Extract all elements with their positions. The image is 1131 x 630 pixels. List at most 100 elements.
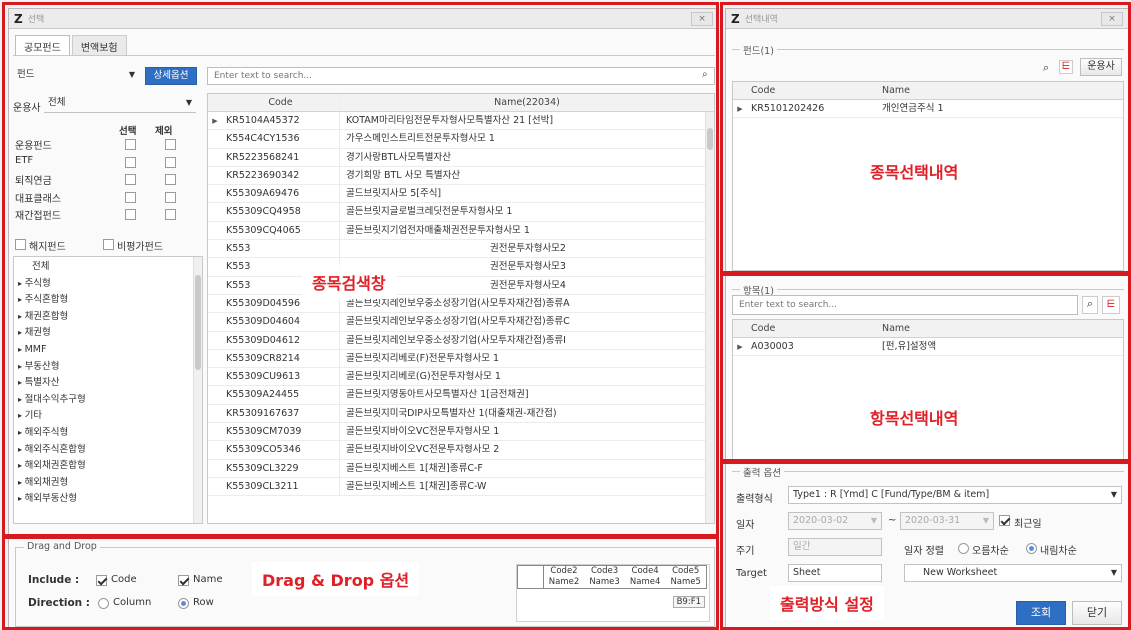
fund-code-cell: K55309A69476 [222, 185, 340, 203]
table-row[interactable]: KR5223568241 경기사랑BTL사모특별자산 [208, 148, 714, 167]
table-row[interactable]: K55309CL3229 골든브릿지베스트 1[채권]종류C-F [208, 459, 714, 478]
table-row[interactable]: K553 권전문투자형사모4 [208, 276, 714, 295]
company-label: 운용사 [13, 103, 41, 114]
close-icon[interactable]: × [1101, 11, 1123, 26]
target-dropdown[interactable]: Sheet [788, 564, 882, 582]
tab-public-fund[interactable]: 공모펀드 [15, 35, 70, 55]
table-row[interactable]: K55309CQ4065 골든브릿지기업전자매출채권전문투자형사모 1 [208, 221, 714, 241]
detail-option-button[interactable]: 상세옵션 [145, 67, 197, 85]
tree-item[interactable]: ▸ 해외채권혼합형 [18, 458, 202, 475]
filter-exclude-checkbox[interactable] [165, 191, 176, 203]
tree-item[interactable]: ▸ 절대수익추구형 [18, 392, 202, 409]
table-row[interactable]: K55309A69476 골드브릿지사모 5[주식] [208, 185, 714, 204]
table-row[interactable]: K55309CM7039 골든브릿지바이오VC전문투자형사모 1 [208, 423, 714, 442]
search-icon[interactable]: ⌕ [702, 69, 708, 80]
tree-item[interactable]: ▸ 주식혼합형 [18, 292, 202, 309]
tree-item[interactable]: ▸ 해외부동산형 [18, 491, 202, 508]
tree-item[interactable]: ▸ 해외주식혼합형 [18, 442, 202, 459]
period-dropdown[interactable]: 일간 [788, 538, 882, 556]
tree-scrollbar[interactable] [193, 257, 202, 523]
format-dropdown[interactable]: Type1 : R [Ymd] C [Fund/Type/BM & item] … [788, 486, 1122, 504]
tree-item[interactable]: 전체 [18, 259, 202, 276]
table-row[interactable]: KR5223690342 경기희망 BTL 사모 특별자산 [208, 166, 714, 186]
company-button[interactable]: 운용사 [1080, 58, 1122, 76]
close-button[interactable]: 닫기 [1072, 601, 1122, 625]
date-to-picker[interactable]: 2020-03-31 ▼ [900, 512, 994, 530]
table-row[interactable]: K553 권전문투자형사모2 [208, 240, 714, 259]
table-row[interactable]: K55309CQ4958 골든브릿지글로벌크레딧전문투자형사모 1 [208, 203, 714, 222]
tree-item[interactable]: ▸ 특별자산 [18, 375, 202, 392]
code-column-header[interactable]: Code [222, 94, 340, 111]
direction-column-radio[interactable] [98, 598, 109, 609]
tree-item[interactable]: ▸ 해외주식형 [18, 425, 202, 442]
date-from-picker[interactable]: 2020-03-02 ▼ [788, 512, 882, 530]
overseas-fund-checkbox[interactable] [15, 239, 26, 250]
tree-item-label: 절대수익추구형 [24, 393, 86, 405]
table-row[interactable]: K55309CU9613 골든브릿지리베로(G)전문투자형사모 1 [208, 368, 714, 387]
table-row[interactable]: ▶ KR5104A45372 KOTAM마리타임전문투자형사모특별자산 21 [선박… [208, 112, 714, 131]
company-dropdown[interactable]: 전체 ▼ [44, 95, 196, 113]
code-column-header[interactable]: Code [747, 320, 878, 337]
name-column-header[interactable]: Name [878, 82, 910, 99]
fund-name-cell: 골든브릿지기업전자매출채권전문투자형사모 1 [346, 224, 530, 236]
table-row[interactable]: ▶ KR5101202426 개인연금주식 1 [733, 100, 1123, 119]
tree-item[interactable]: ▸ MMF [18, 342, 202, 359]
tab-variable-insurance[interactable]: 변액보험 [71, 35, 127, 55]
table-row[interactable]: KR5309167637 골든브릿지미국DIP사모특별자산 1(대출채권-재간접) [208, 404, 714, 424]
filter-select-checkbox[interactable] [125, 209, 136, 220]
filter-exclude-checkbox[interactable] [165, 139, 176, 150]
table-row[interactable]: K55309CL3211 골든브릿지베스트 1[채권]종류C-W [208, 477, 714, 497]
table-row[interactable]: K55309D04604 골든브릿지레인보우중소성장기업(사모투자재간접)종류C [208, 313, 714, 332]
table-row[interactable]: K55309A24455 골든브릿지명동아트사모특별자산 1[금전채권] [208, 386, 714, 405]
filter-exclude-checkbox[interactable] [165, 174, 176, 185]
table-row[interactable]: K553 권전문투자형사모3 [208, 258, 714, 277]
table-row[interactable]: K55309D04612 골든브릿지레인보우중소성장기업(사모투자재간접)종류I [208, 331, 714, 350]
nonval-fund-checkbox[interactable] [103, 239, 114, 250]
remove-icon[interactable]: ⋿ [1059, 60, 1073, 74]
fund-name-cell: 골든브릿지리베로(F)전문투자형사모 1 [346, 352, 500, 364]
table-row[interactable]: ▶ A030003 [펀,유]설정액 [733, 338, 1123, 357]
table-row[interactable]: K55309CO5346 골든브릿지바이오VC전문투자형사모 2 [208, 441, 714, 460]
fund-search-icon[interactable]: ⌕ [1043, 61, 1049, 75]
tree-item[interactable]: ▸ 채권혼합형 [18, 309, 202, 326]
target-sheet-dropdown[interactable]: New Worksheet ▼ [904, 564, 1122, 582]
tree-item[interactable]: ▸ 해외채권형 [18, 475, 202, 492]
item-remove-icon[interactable]: ⋿ [1102, 296, 1120, 314]
filter-select-checkbox[interactable] [125, 174, 136, 185]
filter-select-checkbox[interactable] [125, 156, 136, 168]
direction-label: Direction : [28, 597, 91, 609]
row-indicator-icon [208, 441, 222, 458]
table-row[interactable]: K55309CR8214 골든브릿지리베로(F)전문투자형사모 1 [208, 349, 714, 369]
fund-code-cell: K55309D04612 [222, 331, 340, 349]
filter-select-checkbox[interactable] [125, 191, 136, 203]
close-icon[interactable]: × [691, 11, 713, 26]
sort-desc-radio[interactable] [1026, 543, 1037, 554]
code-column-header[interactable]: Code [747, 82, 878, 99]
fund-grid-scrollbar[interactable] [705, 112, 714, 523]
filter-exclude-checkbox[interactable] [165, 209, 176, 220]
table-row[interactable]: K55309D04596 골든브릿지레인보우중소성장기업(사모투자재간접)종류A [208, 294, 714, 314]
sort-asc-radio[interactable] [958, 543, 969, 554]
include-name-checkbox[interactable] [178, 575, 189, 586]
include-code-checkbox[interactable] [96, 575, 107, 586]
item-search-icon[interactable]: ⌕ [1082, 296, 1098, 314]
row-indicator-icon [208, 332, 222, 349]
fund-type-dropdown[interactable]: 펀드 ▼ [13, 67, 139, 85]
recent-day-checkbox[interactable] [999, 515, 1010, 526]
row-indicator-icon [208, 277, 222, 294]
table-row[interactable]: K554C4CY1536 가우스메인스트리트전문투자형사모 1 [208, 130, 714, 149]
tree-item[interactable]: ▸ 부동산형 [18, 359, 202, 376]
filter-exclude-checkbox[interactable] [165, 156, 176, 168]
name-column-header[interactable]: Name(22034) [340, 94, 714, 111]
query-button[interactable]: 조회 [1016, 601, 1066, 625]
tree-item[interactable]: ▸ 채권형 [18, 325, 202, 342]
tree-item[interactable]: ▸ 주식형 [18, 276, 202, 293]
direction-row-radio[interactable] [178, 598, 189, 609]
name-column-header[interactable]: Name [878, 320, 910, 337]
filter-select-checkbox[interactable] [125, 139, 136, 150]
row-indicator-icon: ▶ [212, 117, 218, 125]
output-annotation: 출력방식 설정 [770, 586, 884, 620]
tree-item[interactable]: ▸ 기타 [18, 408, 202, 425]
item-search-input[interactable] [732, 295, 1078, 315]
fund-search-input[interactable] [207, 67, 715, 85]
